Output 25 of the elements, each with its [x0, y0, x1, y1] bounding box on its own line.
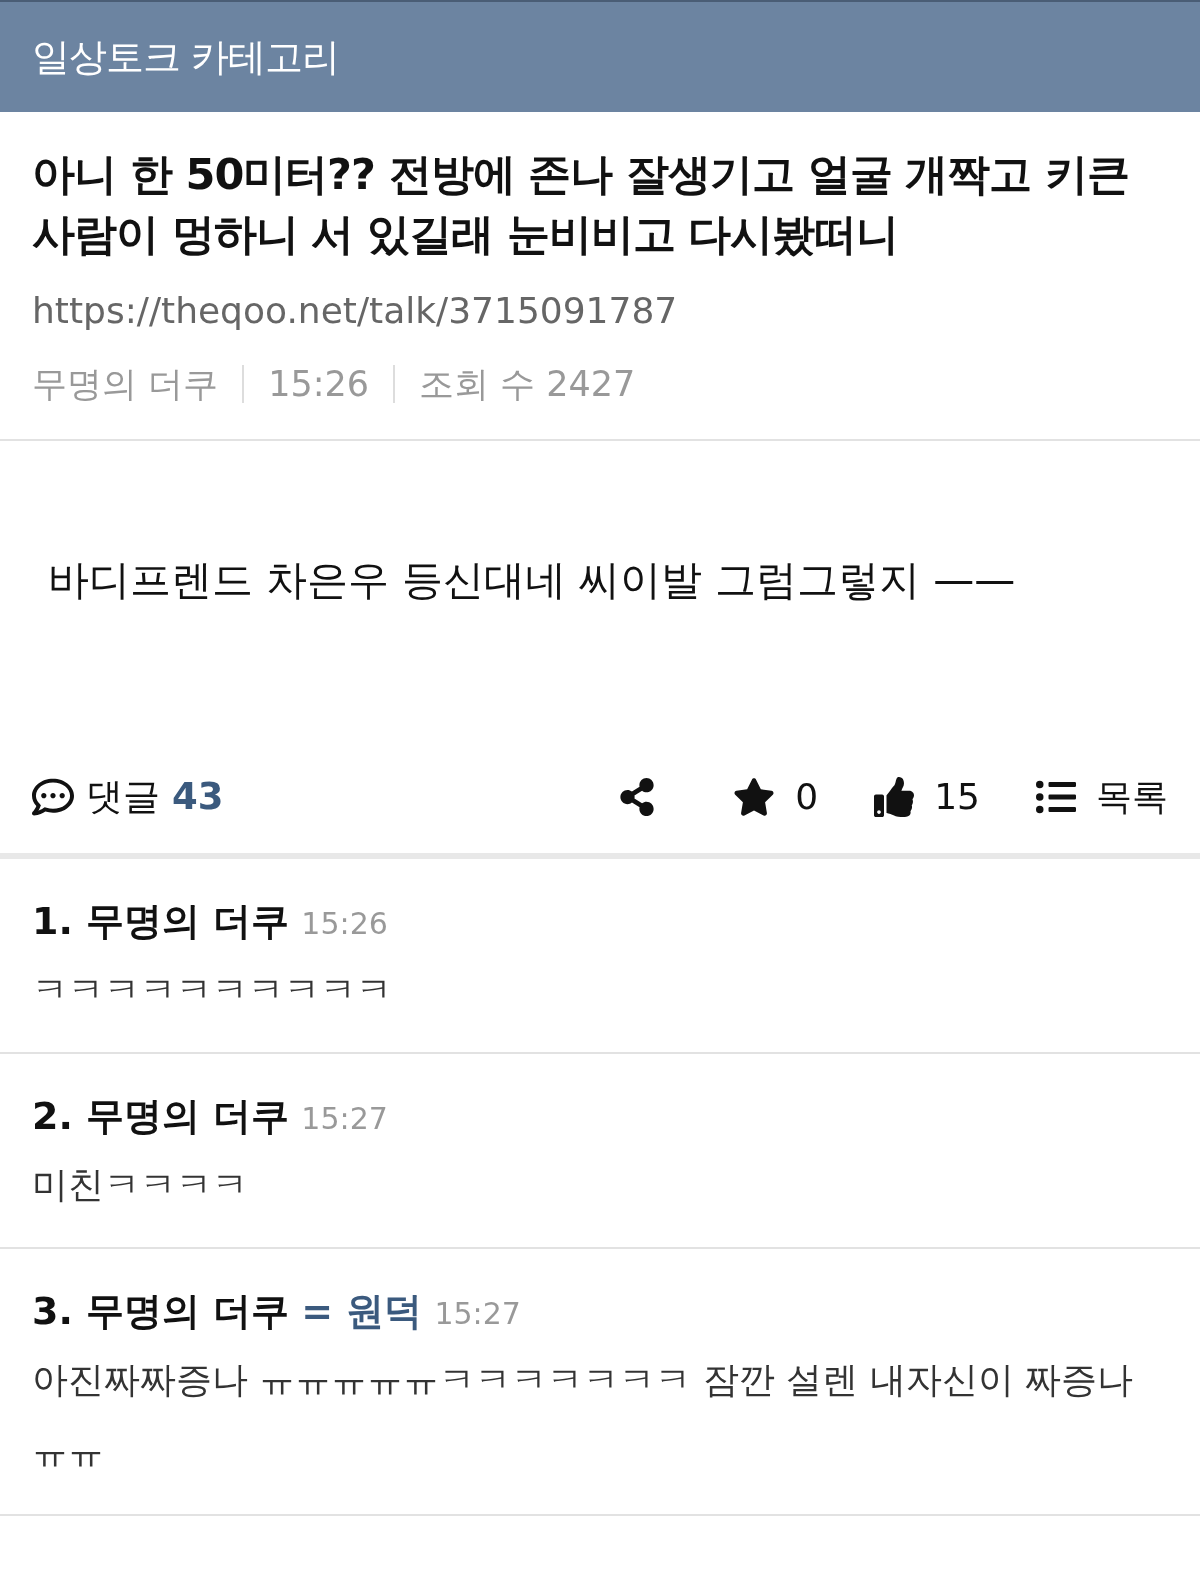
view-count: 조회 수 2427	[419, 363, 636, 406]
share-button[interactable]	[619, 777, 656, 816]
category-title: 일상토크 카테고리	[32, 33, 340, 81]
post-url[interactable]: https://theqoo.net/talk/3715091787	[32, 284, 1168, 338]
comments-button[interactable]: 댓글 43	[32, 768, 224, 825]
comment-time: 15:26	[301, 904, 388, 943]
post-title: 아니 한 50미터?? 전방에 존나 잘생기고 얼굴 개짝고 키큰 사람이 멍하니 서 있길래 눈비비고 다시봤떠니	[32, 148, 1130, 261]
thumbs-up-icon	[874, 776, 915, 817]
star-icon	[733, 775, 776, 818]
author-tag: = 원덕	[301, 1282, 423, 1340]
comment-text: ㅋㅋㅋㅋㅋㅋㅋㅋㅋㅋ	[32, 967, 393, 1012]
share-icon	[619, 777, 656, 816]
comment-time: 15:27	[301, 1099, 388, 1138]
post-time: 15:26	[268, 363, 369, 406]
post-body: 바디프렌드 차은우 등신대네 씨이발 그럼그렇지 ——	[48, 554, 1016, 606]
comment-author: 2. 무명의 더쿠	[32, 1092, 290, 1140]
like-button[interactable]: 15	[874, 769, 980, 824]
scrap-button[interactable]: 0	[733, 769, 819, 824]
comment-author: 1. 무명의 더쿠	[32, 897, 290, 945]
comment-author: 3. 무명의 더쿠	[32, 1287, 290, 1335]
post-author: 무명의 더쿠	[32, 363, 219, 406]
comment-text: 아진짜짜증나 ㅠㅠㅠㅠㅠㅋㅋㅋㅋㅋㅋㅋ 잠깐 설렌 내자신이 짜증나 ㅠㅠ	[32, 1357, 1135, 1474]
comment-time: 15:27	[434, 1294, 521, 1333]
list-button[interactable]: 목록	[1036, 769, 1168, 824]
comment-text: 미친ㅋㅋㅋㅋ	[32, 1162, 249, 1207]
